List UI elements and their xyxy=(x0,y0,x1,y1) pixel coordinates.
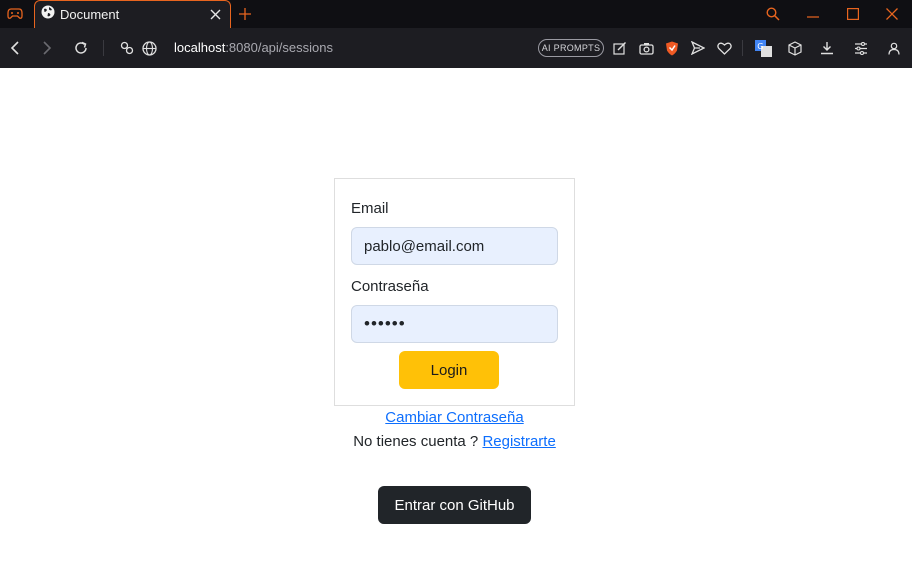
site-settings-icon[interactable] xyxy=(115,36,139,60)
reload-icon[interactable] xyxy=(69,36,93,60)
menu-sliders-icon[interactable] xyxy=(849,36,873,60)
email-field[interactable]: pablo@email.com xyxy=(351,227,558,265)
profile-icon[interactable] xyxy=(882,36,906,60)
toolbar-divider xyxy=(103,40,104,56)
login-button[interactable]: Login xyxy=(399,351,499,389)
translate-icon[interactable]: G xyxy=(751,36,775,60)
download-icon[interactable] xyxy=(815,36,839,60)
url-host: localhost xyxy=(174,40,226,55)
url-path: :8080/api/sessions xyxy=(225,40,333,55)
heart-icon[interactable] xyxy=(712,36,736,60)
browser-toolbar: localhost:8080/api/sessions AI PROMPTS G xyxy=(0,28,912,68)
address-bar[interactable]: localhost:8080/api/sessions xyxy=(174,40,333,55)
password-field[interactable]: •••••• xyxy=(351,305,558,343)
forward-icon[interactable] xyxy=(35,36,59,60)
login-card: Email pablo@email.com Contraseña •••••• … xyxy=(334,178,575,406)
maximize-icon[interactable] xyxy=(833,0,873,28)
new-tab-icon[interactable] xyxy=(234,0,256,28)
tab-document[interactable]: Document xyxy=(34,0,231,28)
send-icon[interactable] xyxy=(686,36,710,60)
camera-icon[interactable] xyxy=(634,36,658,60)
email-label: Email xyxy=(351,200,389,217)
cube-icon[interactable] xyxy=(783,36,807,60)
back-icon[interactable] xyxy=(3,36,27,60)
change-password-link[interactable]: Cambiar Contraseña xyxy=(385,409,523,426)
github-login-button[interactable]: Entrar con GitHub xyxy=(378,486,531,524)
ai-prompts-button[interactable]: AI PROMPTS xyxy=(538,39,604,57)
register-row: No tienes cuenta ? Registrarte xyxy=(0,433,909,450)
close-window-icon[interactable] xyxy=(872,0,912,28)
svg-text:G: G xyxy=(757,42,763,51)
toolbar-divider xyxy=(742,40,743,56)
minimize-icon[interactable] xyxy=(793,0,833,28)
search-tabs-icon[interactable] xyxy=(753,0,793,28)
edit-icon[interactable] xyxy=(608,36,632,60)
gamepad-icon[interactable] xyxy=(0,0,30,28)
no-account-text: No tienes cuenta ? xyxy=(353,433,479,450)
close-tab-icon[interactable] xyxy=(204,4,226,26)
tab-title: Document xyxy=(60,7,120,22)
change-password-row: Cambiar Contraseña xyxy=(0,409,909,426)
globe-icon[interactable] xyxy=(137,36,161,60)
tab-strip: Document xyxy=(0,0,912,28)
shield-icon[interactable] xyxy=(660,36,684,60)
password-label: Contraseña xyxy=(351,278,429,295)
register-link[interactable]: Registrarte xyxy=(482,433,555,450)
globe-icon xyxy=(41,5,55,24)
